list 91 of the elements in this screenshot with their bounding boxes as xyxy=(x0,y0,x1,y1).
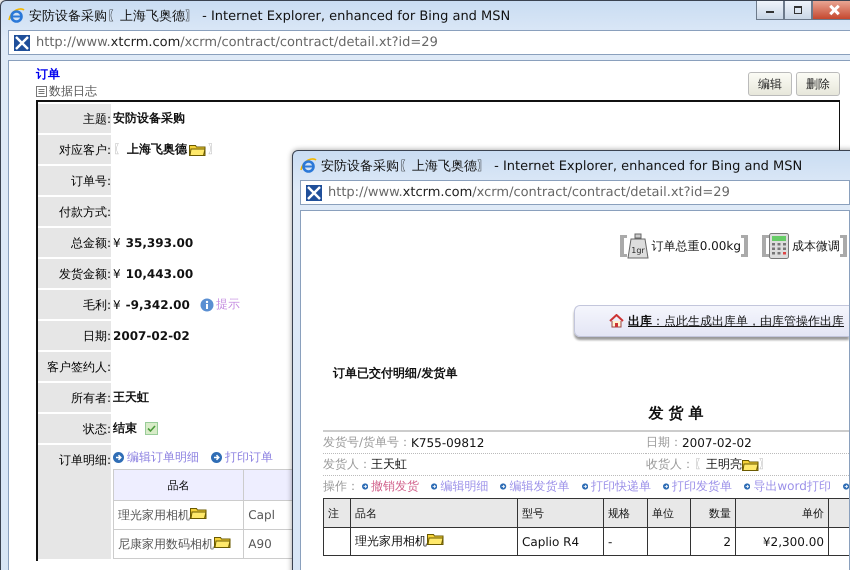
column-header: 注 xyxy=(324,498,350,528)
arrow-bullet-icon xyxy=(431,480,438,492)
document-title: 发 货 单 xyxy=(648,404,704,422)
field-label: 订单号: xyxy=(70,174,111,188)
page-error-icon xyxy=(14,34,30,50)
info-value: K755-09812 xyxy=(411,436,484,450)
house-icon xyxy=(609,314,624,328)
bracket-mark: 〗 xyxy=(208,141,220,158)
column-header: 品名 xyxy=(114,470,244,500)
outbound-link[interactable]: 出库：点此生成出库单，由库管操作出库 xyxy=(628,312,844,330)
currency-sign: ¥ xyxy=(113,298,121,312)
address-bar[interactable]: http://www.xtcrm.com/xcrm/contract/contract/detail.xt?id=29 xyxy=(300,180,850,205)
arrow-bullet-icon xyxy=(500,480,507,492)
toolbar-button[interactable]: 编辑 xyxy=(748,72,792,96)
window-title: 安防设备采购〖上海飞奥德〗 - Internet Explorer, enhanced for Bing and MSN xyxy=(29,8,512,24)
folder-icon[interactable] xyxy=(189,144,206,156)
table-cell: ¥2,300.00 xyxy=(762,534,824,548)
column-header: 型号 xyxy=(518,498,604,528)
currency-sign: ¥ xyxy=(113,236,121,250)
amount-value: 35,393.00 xyxy=(126,236,194,250)
field-value: 2007-02-02 xyxy=(113,328,190,342)
info-label: 收货人： xyxy=(646,456,694,473)
section-title: 订单已交付明细/发货单 xyxy=(333,365,458,382)
bracket-mark: 〗 xyxy=(759,456,771,473)
browser-logo-icon xyxy=(300,157,317,174)
order-weight-text: 订单总重0.00kg xyxy=(652,238,741,254)
url-text: http://www.xtcrm.com/xcrm/contract/contract/detail.xt?id=29 xyxy=(36,35,438,50)
amount-value: 10,443.00 xyxy=(126,266,194,280)
table-cell: 理光家用相机 xyxy=(355,534,427,548)
minimize-button[interactable] xyxy=(756,1,784,20)
table-cell: 理光家用相机 xyxy=(114,500,244,530)
maximize-button[interactable] xyxy=(784,1,812,20)
bracket-mark: 〖 xyxy=(113,141,125,158)
address-bar[interactable]: http://www.xtcrm.com/xcrm/contract/contract/detail.xt?id=29 xyxy=(8,30,850,55)
amount-value: -9,342.00 xyxy=(126,298,190,312)
info-label: 发货号/货单号： xyxy=(323,434,412,451)
field-label: 所有者: xyxy=(70,391,111,405)
folder-icon[interactable] xyxy=(742,458,759,470)
field-label: 毛利: xyxy=(82,298,111,312)
field-label: 对应客户: xyxy=(58,143,111,157)
arrow-bullet-icon xyxy=(113,452,124,463)
operations-label: 操作： xyxy=(323,478,359,494)
field-value: 安防设备采购 xyxy=(113,110,185,127)
folder-icon[interactable] xyxy=(214,536,231,548)
field-label: 状态: xyxy=(82,422,111,436)
arrow-bullet-icon xyxy=(662,480,670,492)
status-value: 结束 xyxy=(113,420,137,437)
column-header: 单价 xyxy=(736,498,828,528)
customer-link[interactable]: 上海飞奥德 xyxy=(127,141,187,158)
browser-logo-icon xyxy=(8,7,25,24)
currency-sign: ¥ xyxy=(113,266,121,280)
table-cell: - xyxy=(608,534,612,548)
field-label: 发货金额: xyxy=(58,267,111,281)
page-title: 订单 xyxy=(36,66,60,83)
window-title: 安防设备采购〖上海飞奥德〗 - Internet Explorer, enhanced for Bing and MSN xyxy=(321,158,804,174)
column-header: 品名 xyxy=(350,498,518,528)
info-icon xyxy=(200,298,214,312)
field-label: 日期: xyxy=(82,329,111,343)
arrow-bullet-icon xyxy=(362,480,368,492)
info-value: 王天虹 xyxy=(371,456,407,473)
field-label: 订单明细: xyxy=(58,453,111,467)
info-label: 日期： xyxy=(646,434,682,451)
data-log-link[interactable]: 数据日志 xyxy=(49,83,97,100)
field-label: 付款方式: xyxy=(58,205,111,219)
field-value: 王天虹 xyxy=(113,389,149,406)
table-cell: Caplio R4 xyxy=(522,534,580,548)
cost-adjust-link[interactable]: 成本微调 xyxy=(792,238,840,254)
page-error-icon xyxy=(306,184,322,200)
column-header: 数量 xyxy=(690,498,736,528)
toolbar-button[interactable]: 删除 xyxy=(796,72,840,96)
field-label: 总金额: xyxy=(70,236,111,250)
folder-icon[interactable] xyxy=(427,533,444,545)
field-label: 主题: xyxy=(82,112,111,126)
receiver-link[interactable]: 王明亮 xyxy=(706,456,742,473)
arrow-bullet-icon xyxy=(582,480,588,492)
column-header: 规格 xyxy=(604,498,648,528)
operation-link[interactable]: 撤销发货 xyxy=(371,478,420,494)
list-icon xyxy=(36,86,47,97)
arrow-bullet-icon xyxy=(744,480,750,492)
calculator-icon xyxy=(769,233,789,259)
column-header: 单位 xyxy=(648,498,690,528)
info-label: 发货人： xyxy=(323,456,371,473)
field-label: 客户签约人: xyxy=(46,360,111,374)
arrow-bullet-icon xyxy=(211,452,222,463)
table-cell: 尼康家用数码相机 xyxy=(114,530,244,558)
info-value: 2007-02-02 xyxy=(682,436,752,450)
url-text: http://www.xtcrm.com/xcrm/contract/contract/detail.xt?id=29 xyxy=(328,185,730,200)
close-button[interactable] xyxy=(812,1,850,20)
folder-icon[interactable] xyxy=(190,506,207,518)
table-cell: 2 xyxy=(723,534,731,548)
bracket-mark: 〖 xyxy=(694,456,706,473)
